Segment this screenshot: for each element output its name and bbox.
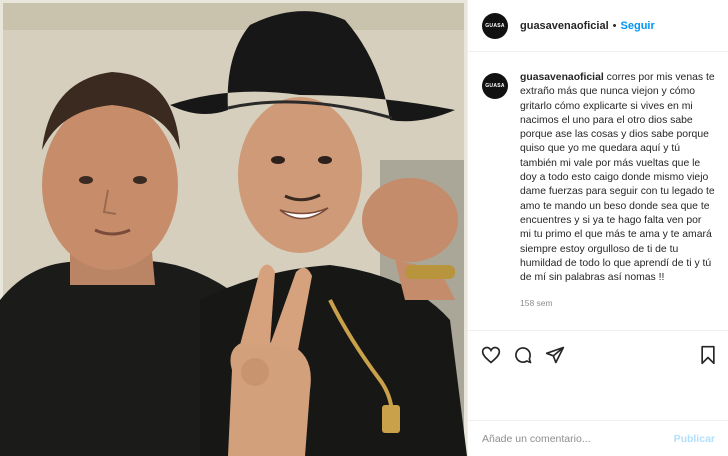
avatar-logo-text: GUASA xyxy=(485,22,505,29)
share-button[interactable] xyxy=(544,344,566,366)
caption-body: corres por mis venas te extraño más que … xyxy=(520,72,715,284)
comment-icon xyxy=(515,346,532,363)
share-icon xyxy=(545,346,565,363)
caption-avatar[interactable]: GUASA xyxy=(482,73,508,99)
publish-button[interactable]: Publicar xyxy=(674,433,715,445)
profile-avatar[interactable]: GUASA xyxy=(482,12,508,39)
post-photo[interactable] xyxy=(0,0,467,456)
comment-button[interactable] xyxy=(512,344,534,366)
heart-icon xyxy=(481,346,501,364)
header-separator: • xyxy=(612,19,617,32)
caption-text: guasavenaoficial corres por mis venas te… xyxy=(520,71,715,285)
bookmark-icon xyxy=(701,345,715,364)
post-side-panel: GUASA guasavenaoficial • Seguir GUASA gu… xyxy=(467,0,728,456)
comment-input[interactable] xyxy=(482,432,674,445)
action-bar xyxy=(468,330,728,370)
photo-illustration xyxy=(0,0,467,456)
like-button[interactable] xyxy=(480,344,502,366)
username-link[interactable]: guasavenaoficial xyxy=(520,20,609,32)
avatar-logo-text: GUASA xyxy=(485,83,505,89)
caption-block: guasavenaoficial corres por mis venas te… xyxy=(520,71,715,330)
save-button[interactable] xyxy=(697,344,719,366)
post-header: GUASA guasavenaoficial • Seguir xyxy=(468,0,728,52)
caption-username[interactable]: guasavenaoficial xyxy=(520,72,604,83)
comment-bar: Publicar xyxy=(468,420,728,456)
post-age: 158 sem xyxy=(520,298,553,309)
caption-section: GUASA guasavenaoficial corres por mis ve… xyxy=(468,53,728,330)
follow-button[interactable]: Seguir xyxy=(621,20,655,32)
